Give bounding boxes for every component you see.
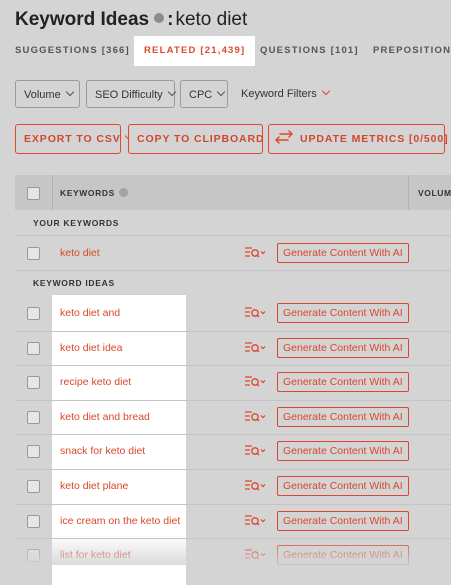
- row-checkbox[interactable]: [27, 376, 40, 390]
- column-divider: [52, 175, 53, 210]
- row-divider: [15, 270, 451, 271]
- export-csv-button[interactable]: EXPORT TO CSV: [15, 124, 133, 154]
- info-icon[interactable]: [154, 13, 165, 23]
- keyword-link[interactable]: recipe keto diet: [60, 365, 131, 399]
- generate-content-button[interactable]: Generate Content With AI: [277, 372, 409, 393]
- generate-content-button[interactable]: Generate Content With AI: [277, 406, 409, 427]
- keyword-filters-label: Keyword Filters: [241, 88, 317, 100]
- keyword-link[interactable]: keto diet and: [60, 296, 120, 330]
- row-divider: [15, 330, 451, 332]
- keyword-table: KEYWORDS VOLUM YOUR KEYWORDS keto diet G…: [15, 175, 451, 585]
- cpc-filter[interactable]: CPC: [180, 80, 228, 108]
- row-checkbox[interactable]: [27, 549, 40, 563]
- generate-content-button[interactable]: Generate Content With AI: [277, 441, 409, 462]
- list-search-icon[interactable]: [244, 245, 266, 261]
- table-row: keto diet plane Generate Content With AI: [15, 469, 451, 503]
- tab-suggestions[interactable]: SUGGESTIONS [366]: [15, 36, 130, 66]
- row-checkbox[interactable]: [27, 247, 40, 260]
- row-divider: [15, 365, 451, 367]
- list-search-icon[interactable]: [244, 340, 266, 356]
- help-icon[interactable]: [118, 188, 128, 197]
- keywords-column-header[interactable]: KEYWORDS: [60, 188, 128, 198]
- update-metrics-label: UPDATE METRICS [0/500]: [300, 133, 449, 145]
- volume-filter-label: Volume: [24, 89, 61, 101]
- table-row: recipe keto diet Generate Content With AI: [15, 365, 451, 399]
- table-row: keto diet Generate Content With AI: [15, 236, 451, 270]
- tab-questions[interactable]: QUESTIONS [101]: [260, 36, 359, 66]
- your-keywords-section-label: YOUR KEYWORDS: [33, 218, 120, 228]
- generate-content-button[interactable]: Generate Content With AI: [277, 303, 409, 323]
- row-divider: [15, 503, 451, 505]
- column-divider: [408, 175, 409, 210]
- list-search-icon[interactable]: [244, 513, 266, 529]
- generate-content-button[interactable]: Generate Content With AI: [277, 337, 409, 358]
- copy-clipboard-button[interactable]: COPY TO CLIPBOARD: [128, 124, 277, 154]
- row-divider: [15, 538, 451, 540]
- keyword-link[interactable]: keto diet and bread: [60, 400, 150, 434]
- row-checkbox[interactable]: [27, 341, 40, 355]
- table-row: snack for keto diet Generate Content With…: [15, 434, 451, 468]
- list-search-icon[interactable]: [244, 409, 266, 425]
- row-checkbox[interactable]: [27, 480, 40, 493]
- row-checkbox[interactable]: [27, 410, 40, 424]
- title-separator: :: [167, 9, 174, 30]
- row-divider: [15, 469, 451, 470]
- select-all-checkbox[interactable]: [27, 187, 40, 200]
- keyword-link[interactable]: keto diet idea: [60, 331, 122, 365]
- page-title-label: Keyword Ideas: [15, 9, 150, 30]
- keywords-column-label: KEYWORDS: [60, 188, 115, 198]
- list-search-icon[interactable]: [244, 305, 266, 321]
- update-metrics-button[interactable]: UPDATE METRICS [0/500]: [268, 124, 448, 154]
- volume-column-header[interactable]: VOLUM: [418, 188, 451, 198]
- page-title: Keyword Ideas: keto diet: [15, 9, 247, 31]
- keyword-filters-toggle[interactable]: Keyword Filters: [241, 80, 331, 108]
- chevron-down-icon: [65, 87, 74, 97]
- seed-keyword: keto diet: [175, 9, 248, 30]
- table-row: keto diet and Generate Content With AI: [15, 296, 451, 330]
- row-checkbox[interactable]: [27, 307, 40, 320]
- tab-bar: SUGGESTIONS [366] RELATED [21,439] QUEST…: [0, 36, 451, 66]
- table-header: KEYWORDS VOLUM: [15, 175, 451, 210]
- seo-difficulty-filter-label: SEO Difficulty: [95, 89, 163, 101]
- row-divider: [15, 434, 451, 436]
- tab-prepositions[interactable]: PREPOSITIONS: [373, 36, 451, 66]
- row-divider: [15, 399, 451, 401]
- row-checkbox[interactable]: [27, 514, 40, 528]
- swap-arrows-icon: [275, 130, 293, 144]
- list-search-icon[interactable]: [244, 374, 266, 390]
- list-search-icon[interactable]: [244, 478, 266, 494]
- keyword-link[interactable]: keto diet plane: [60, 469, 128, 503]
- chevron-down-icon: [321, 86, 331, 96]
- copy-clipboard-label: COPY TO CLIPBOARD: [137, 133, 265, 145]
- seo-difficulty-filter[interactable]: SEO Difficulty: [86, 80, 176, 108]
- export-csv-label: EXPORT TO CSV: [24, 133, 121, 145]
- list-search-icon[interactable]: [244, 443, 266, 459]
- table-row: ice cream on the keto diet Generate Conte…: [15, 504, 451, 538]
- generate-content-button[interactable]: Generate Content With AI: [277, 545, 409, 566]
- generate-content-button[interactable]: Generate Content With AI: [277, 243, 409, 263]
- keyword-link[interactable]: list for keto diet: [60, 538, 131, 572]
- volume-filter[interactable]: Volume: [15, 80, 80, 108]
- keyword-link[interactable]: snack for keto diet: [60, 434, 145, 468]
- chevron-down-icon: [167, 87, 176, 97]
- table-row: keto diet idea Generate Content With AI: [15, 331, 451, 365]
- generate-content-button[interactable]: Generate Content With AI: [277, 510, 409, 531]
- tab-related[interactable]: RELATED [21,439]: [134, 36, 256, 66]
- keyword-link[interactable]: ice cream on the keto diet: [60, 504, 180, 538]
- list-search-icon[interactable]: [244, 547, 266, 563]
- table-row: keto diet and bread Generate Content With…: [15, 400, 451, 434]
- chevron-down-icon: [216, 87, 226, 97]
- keyword-ideas-section-label: KEYWORD IDEAS: [33, 278, 115, 288]
- keyword-link[interactable]: keto diet: [60, 236, 100, 270]
- table-row: list for keto diet Generate Content With …: [15, 538, 451, 572]
- cpc-filter-label: CPC: [189, 89, 213, 101]
- row-checkbox[interactable]: [27, 445, 40, 459]
- generate-content-button[interactable]: Generate Content With AI: [277, 476, 409, 496]
